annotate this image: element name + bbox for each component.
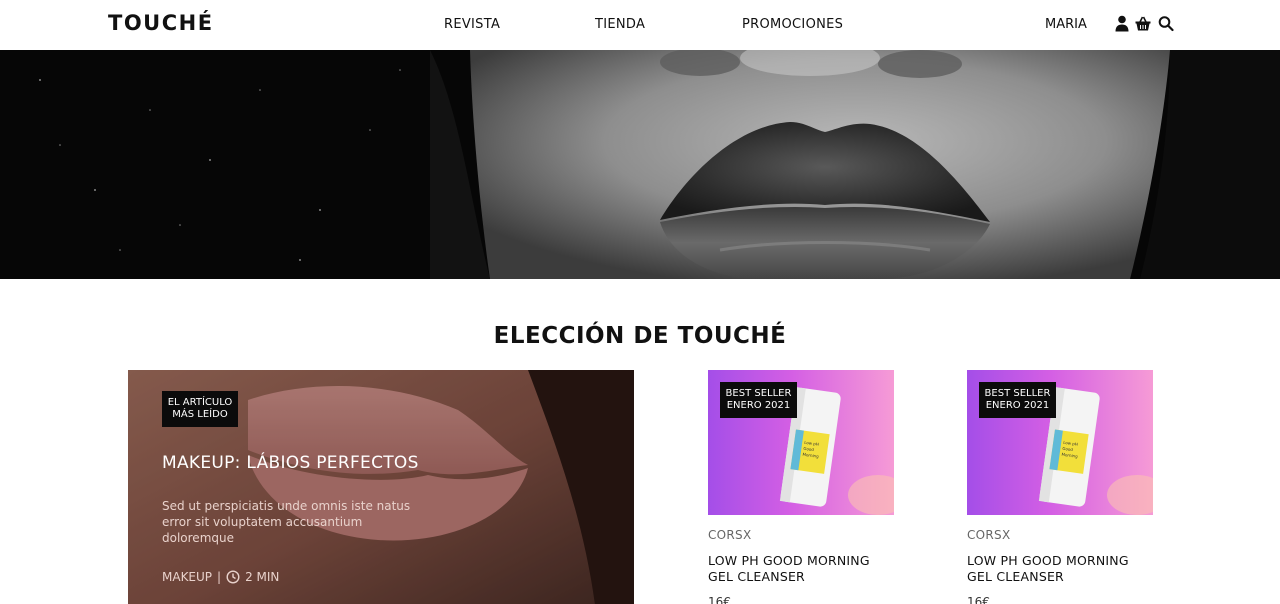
badge-line1: EL ARTÍCULO <box>167 397 233 408</box>
product-name[interactable]: LOW PH GOOD MORNING GEL CLEANSER <box>708 553 894 585</box>
featured-article-card[interactable]: EL ARTÍCULO MÁS LEÍDO MAKEUP: LÁBIOS PER… <box>128 370 634 604</box>
nav-tienda[interactable]: TIENDA <box>595 17 645 32</box>
badge-line2: ENERO 2021 <box>726 400 791 411</box>
best-seller-badge: BEST SELLER ENERO 2021 <box>720 382 797 418</box>
product-brand: CORSX <box>708 528 752 542</box>
site-logo[interactable]: TOUCHÉ <box>108 11 214 35</box>
hero-image-lips <box>0 50 1280 279</box>
featured-article-meta: MAKEUP | 2 MIN <box>162 570 279 584</box>
badge-line2: ENERO 2021 <box>985 400 1050 411</box>
product-price: 16€ <box>967 595 990 604</box>
product-card[interactable]: Low pH Good Morning BEST SELLER ENERO 20… <box>708 370 894 604</box>
meta-separator: | <box>217 570 222 584</box>
search-icon[interactable] <box>1158 15 1174 32</box>
best-seller-badge: BEST SELLER ENERO 2021 <box>979 382 1056 418</box>
user-icon[interactable] <box>1114 15 1130 32</box>
nav-revista[interactable]: REVISTA <box>444 17 500 32</box>
badge-line1: BEST SELLER <box>984 388 1051 399</box>
read-time: 2 MIN <box>245 570 280 584</box>
featured-article-title[interactable]: MAKEUP: LÁBIOS PERFECTOS <box>162 453 419 473</box>
hero-banner <box>0 50 1280 279</box>
user-name-link[interactable]: MARIA <box>1045 17 1087 32</box>
badge-line2: MÁS LEÍDO <box>172 409 228 420</box>
product-image[interactable]: Low pH Good Morning BEST SELLER ENERO 20… <box>967 370 1153 515</box>
clock-icon <box>226 570 240 584</box>
nav-promociones[interactable]: PROMOCIONES <box>742 17 843 32</box>
product-price: 16€ <box>708 595 731 604</box>
basket-icon[interactable] <box>1135 15 1151 32</box>
most-read-badge: EL ARTÍCULO MÁS LEÍDO <box>162 391 238 427</box>
badge-line1: BEST SELLER <box>725 388 792 399</box>
product-card[interactable]: Low pH Good Morning BEST SELLER ENERO 20… <box>967 370 1153 604</box>
section-title: ELECCIÓN DE TOUCHÉ <box>493 323 787 349</box>
product-name[interactable]: LOW PH GOOD MORNING GEL CLEANSER <box>967 553 1153 585</box>
product-image[interactable]: Low pH Good Morning BEST SELLER ENERO 20… <box>708 370 894 515</box>
article-category[interactable]: MAKEUP <box>162 570 212 584</box>
site-header: TOUCHÉ REVISTA TIENDA PROMOCIONES MARIA <box>0 0 1280 50</box>
featured-article-excerpt: Sed ut perspiciatis unde omnis iste natu… <box>162 499 411 545</box>
product-brand: CORSX <box>967 528 1011 542</box>
